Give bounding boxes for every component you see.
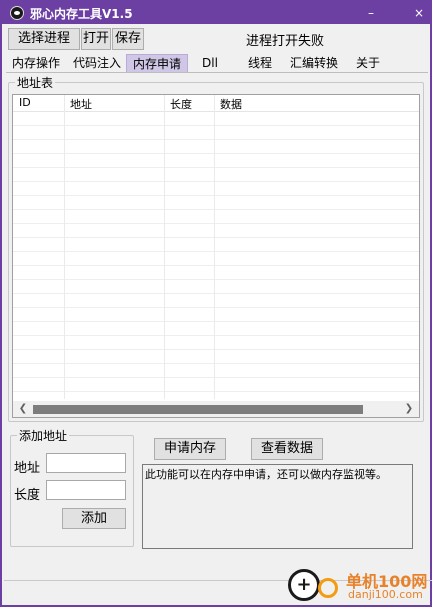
tab-memory-alloc[interactable]: 内存申请 — [126, 54, 188, 73]
column-divider — [214, 95, 215, 399]
horizontal-scrollbar[interactable]: ❮ ❯ — [13, 401, 419, 417]
column-divider — [64, 95, 65, 399]
open-button[interactable]: 打开 — [81, 28, 111, 50]
tab-memory-ops[interactable]: 内存操作 — [6, 54, 66, 73]
length-label: 长度 — [14, 488, 41, 503]
tab-code-injection[interactable]: 代码注入 — [68, 54, 126, 73]
tab-threads[interactable]: 线程 — [242, 54, 278, 73]
column-address[interactable]: 地址 — [70, 96, 92, 112]
address-list-rows — [13, 112, 419, 398]
watermark-url: danji100.com — [348, 588, 423, 601]
allocate-memory-button[interactable]: 申请内存 — [154, 438, 226, 460]
tab-dll[interactable]: Dll — [192, 54, 228, 73]
app-window: 邪心内存工具V1.5 – × 选择进程 打开 保存 进程打开失败 内存操作 代码… — [0, 0, 432, 607]
address-list-header: ID 地址 长度 数据 — [13, 95, 419, 112]
scrollbar-thumb[interactable] — [33, 405, 363, 414]
window-title: 邪心内存工具V1.5 — [30, 7, 133, 21]
address-input[interactable] — [46, 453, 126, 473]
app-logo-icon — [10, 6, 24, 20]
info-textbox[interactable]: 此功能可以在内存中申请，还可以做内存监视等。 — [142, 464, 413, 549]
tab-about[interactable]: 关于 — [350, 54, 386, 73]
title-bar: 邪心内存工具V1.5 – × — [2, 2, 430, 24]
minimize-button[interactable]: – — [362, 4, 380, 22]
add-address-title: 添加地址 — [17, 427, 70, 444]
address-list[interactable]: ID 地址 长度 数据 ❮ ❯ — [12, 94, 420, 418]
close-button[interactable]: × — [410, 4, 428, 22]
process-status-text: 进程打开失败 — [246, 34, 325, 49]
column-divider — [164, 95, 165, 399]
add-button[interactable]: 添加 — [62, 508, 126, 529]
tab-asm-convert[interactable]: 汇编转换 — [284, 54, 344, 73]
select-process-button[interactable]: 选择进程 — [8, 28, 80, 50]
watermark-logo: + 单机100网 danji100.com — [288, 566, 428, 606]
length-input[interactable] — [46, 480, 126, 500]
save-button[interactable]: 保存 — [112, 28, 144, 50]
watermark-ring-icon — [318, 578, 338, 598]
watermark-plus-icon: + — [288, 569, 320, 601]
column-length[interactable]: 长度 — [170, 96, 192, 112]
scroll-right-icon[interactable]: ❯ — [401, 401, 417, 417]
column-data[interactable]: 数据 — [220, 96, 242, 112]
address-label: 地址 — [14, 461, 41, 476]
scroll-left-icon[interactable]: ❮ — [15, 401, 31, 417]
address-table-title: 地址表 — [15, 74, 56, 91]
column-id[interactable]: ID — [19, 96, 31, 109]
view-data-button[interactable]: 查看数据 — [251, 438, 323, 460]
